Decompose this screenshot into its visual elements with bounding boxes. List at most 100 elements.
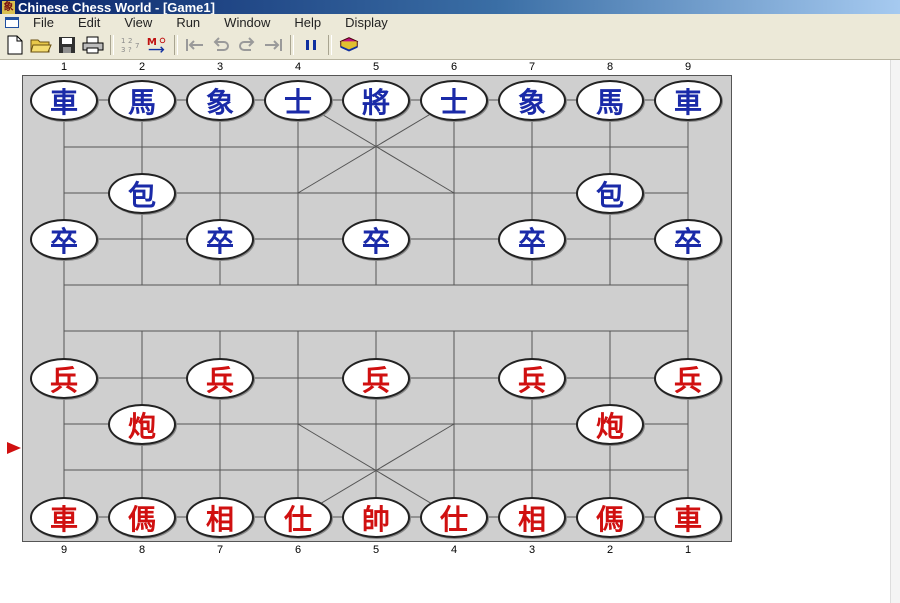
bottom-file-number-6: 4 <box>450 544 458 556</box>
new-file-icon <box>7 35 23 55</box>
last-move-button[interactable] <box>262 34 284 56</box>
toolbar: 1 3 2? 7 M <box>0 31 900 60</box>
redo-move-button[interactable] <box>236 34 258 56</box>
sort-moves-button[interactable]: 1 3 2? 7 <box>120 34 142 56</box>
open-folder-icon <box>30 39 52 53</box>
menu-window[interactable]: Window <box>218 15 276 30</box>
blue-piece[interactable]: 象 <box>498 80 566 121</box>
sort-moves-icon: 132? 7 <box>121 37 139 54</box>
document-window-icon[interactable] <box>5 17 19 28</box>
blue-cannon-piece[interactable]: 包 <box>576 173 644 214</box>
open-file-button[interactable] <box>30 34 52 56</box>
top-file-number-3: 3 <box>216 61 224 73</box>
menu-run[interactable]: Run <box>170 15 206 30</box>
bottom-file-number-2: 8 <box>138 544 146 556</box>
red-piece[interactable]: 車 <box>654 497 722 538</box>
blue-soldier-piece[interactable]: 卒 <box>498 219 566 260</box>
svg-text:2: 2 <box>128 37 132 45</box>
red-piece[interactable]: 相 <box>498 497 566 538</box>
toolbar-separator <box>328 35 332 55</box>
books-button[interactable] <box>338 34 360 56</box>
move-list-icon: M <box>147 37 166 53</box>
blue-soldier-piece[interactable]: 卒 <box>186 219 254 260</box>
toolbar-separator <box>290 35 294 55</box>
red-soldier-piece[interactable]: 兵 <box>186 358 254 399</box>
blue-piece[interactable]: 士 <box>420 80 488 121</box>
red-soldier-piece[interactable]: 兵 <box>30 358 98 399</box>
red-cannon-piece[interactable]: 炮 <box>108 404 176 445</box>
red-soldier-piece[interactable]: 兵 <box>342 358 410 399</box>
app-logo-icon: 象 <box>2 0 15 14</box>
top-file-number-6: 6 <box>450 61 458 73</box>
board-grid <box>63 99 689 518</box>
red-piece[interactable]: 帥 <box>342 497 410 538</box>
red-piece[interactable]: 傌 <box>108 497 176 538</box>
red-piece[interactable]: 仕 <box>420 497 488 538</box>
bottom-file-number-9: 1 <box>684 544 692 556</box>
top-file-number-2: 2 <box>138 61 146 73</box>
blue-piece[interactable]: 車 <box>654 80 722 121</box>
new-file-button[interactable] <box>4 34 26 56</box>
menu-display[interactable]: Display <box>339 15 394 30</box>
first-move-button[interactable] <box>184 34 206 56</box>
bottom-file-number-1: 9 <box>60 544 68 556</box>
toolbar-separator <box>174 35 178 55</box>
menu-file[interactable]: File <box>27 15 60 30</box>
svg-text:1: 1 <box>121 37 125 45</box>
svg-text:?: ? <box>128 46 132 54</box>
last-move-icon <box>265 39 282 51</box>
save-disk-icon <box>59 37 75 53</box>
print-icon <box>82 36 104 54</box>
chess-board[interactable] <box>22 75 732 542</box>
top-file-number-1: 1 <box>60 61 68 73</box>
red-soldier-piece[interactable]: 兵 <box>654 358 722 399</box>
move-list-button[interactable]: M <box>146 34 168 56</box>
toolbar-separator <box>110 35 114 55</box>
first-move-icon <box>186 39 203 51</box>
window-title: Chinese Chess World - [Game1] <box>18 0 215 15</box>
undo-move-button[interactable] <box>210 34 232 56</box>
undo-move-icon <box>213 37 229 51</box>
top-file-number-9: 9 <box>684 61 692 73</box>
bottom-file-number-4: 6 <box>294 544 302 556</box>
blue-soldier-piece[interactable]: 卒 <box>342 219 410 260</box>
bottom-file-number-8: 2 <box>606 544 614 556</box>
bottom-file-number-5: 5 <box>372 544 380 556</box>
svg-text:3: 3 <box>121 46 125 54</box>
pause-icon <box>306 40 316 50</box>
svg-text:M: M <box>147 37 157 48</box>
redo-move-icon <box>239 37 255 51</box>
red-cannon-piece[interactable]: 炮 <box>576 404 644 445</box>
top-file-number-8: 8 <box>606 61 614 73</box>
red-piece[interactable]: 傌 <box>576 497 644 538</box>
menu-edit[interactable]: Edit <box>72 15 106 30</box>
red-piece[interactable]: 車 <box>30 497 98 538</box>
blue-piece[interactable]: 馬 <box>576 80 644 121</box>
bottom-file-number-7: 3 <box>528 544 536 556</box>
red-soldier-piece[interactable]: 兵 <box>498 358 566 399</box>
top-file-number-4: 4 <box>294 61 302 73</box>
blue-piece[interactable]: 車 <box>30 80 98 121</box>
menu-bar: File Edit View Run Window Help Display <box>0 14 900 31</box>
menu-help[interactable]: Help <box>288 15 327 30</box>
blue-piece[interactable]: 將 <box>342 80 410 121</box>
menu-view[interactable]: View <box>118 15 158 30</box>
blue-piece[interactable]: 士 <box>264 80 332 121</box>
print-button[interactable] <box>82 34 104 56</box>
blue-piece[interactable]: 馬 <box>108 80 176 121</box>
bottom-file-number-3: 7 <box>216 544 224 556</box>
blue-soldier-piece[interactable]: 卒 <box>30 219 98 260</box>
blue-cannon-piece[interactable]: 包 <box>108 173 176 214</box>
window-right-edge <box>890 60 900 603</box>
pause-button[interactable] <box>300 34 322 56</box>
red-piece[interactable]: 仕 <box>264 497 332 538</box>
save-button[interactable] <box>56 34 78 56</box>
red-piece[interactable]: 相 <box>186 497 254 538</box>
books-icon <box>339 37 359 52</box>
turn-indicator-arrow <box>7 442 21 454</box>
title-bar: 象 Chinese Chess World - [Game1] <box>0 0 900 15</box>
blue-soldier-piece[interactable]: 卒 <box>654 219 722 260</box>
svg-text:7: 7 <box>135 42 139 50</box>
top-file-number-5: 5 <box>372 61 380 73</box>
blue-piece[interactable]: 象 <box>186 80 254 121</box>
